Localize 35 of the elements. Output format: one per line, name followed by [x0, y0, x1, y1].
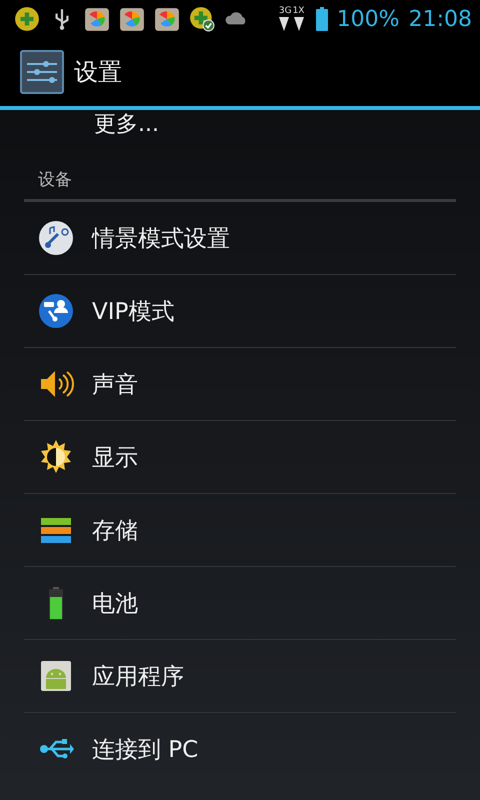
plus-circle-icon — [14, 6, 40, 32]
android-icon — [38, 658, 74, 694]
battery-icon — [316, 7, 328, 31]
vip-mode-icon — [38, 293, 74, 329]
photo-app-icon — [119, 6, 145, 32]
screen-title: 设置 — [74, 57, 122, 88]
plus-check-icon — [189, 6, 215, 32]
settings-item[interactable]: 电池 — [24, 567, 456, 640]
photo-app-icon — [154, 6, 180, 32]
settings-item[interactable]: 连接到 PC — [24, 713, 456, 785]
item-label: 显示 — [92, 444, 138, 472]
item-label: 应用程序 — [92, 662, 184, 692]
item-label: VIP模式 — [92, 298, 174, 326]
settings-item[interactable]: 声音 — [24, 348, 456, 421]
brightness-icon — [38, 439, 74, 475]
item-label: 存储 — [92, 516, 138, 546]
settings-icon[interactable] — [20, 50, 64, 94]
section-header: 设备 — [24, 168, 456, 202]
item-label: 连接到 PC — [92, 736, 198, 764]
settings-item[interactable]: 显示 — [24, 421, 456, 494]
settings-item[interactable]: 情景模式设置 — [24, 202, 456, 275]
battery-percent: 100% — [336, 6, 400, 32]
item-label: 情景模式设置 — [92, 224, 230, 254]
settings-item[interactable]: 更多... — [94, 110, 159, 140]
item-label: 声音 — [92, 370, 138, 400]
signal-icon — [278, 16, 306, 32]
network-type-label: 3G — [278, 6, 292, 16]
photo-app-icon — [84, 6, 110, 32]
settings-item[interactable]: 应用程序 — [24, 640, 456, 713]
network-type-label: 1X — [292, 6, 304, 16]
clock: 21:08 — [408, 6, 472, 32]
profile-settings-icon — [38, 220, 74, 256]
settings-item[interactable]: 存储 — [24, 494, 456, 567]
item-label: 电池 — [92, 590, 138, 618]
settings-item[interactable]: VIP模式 — [24, 275, 456, 348]
